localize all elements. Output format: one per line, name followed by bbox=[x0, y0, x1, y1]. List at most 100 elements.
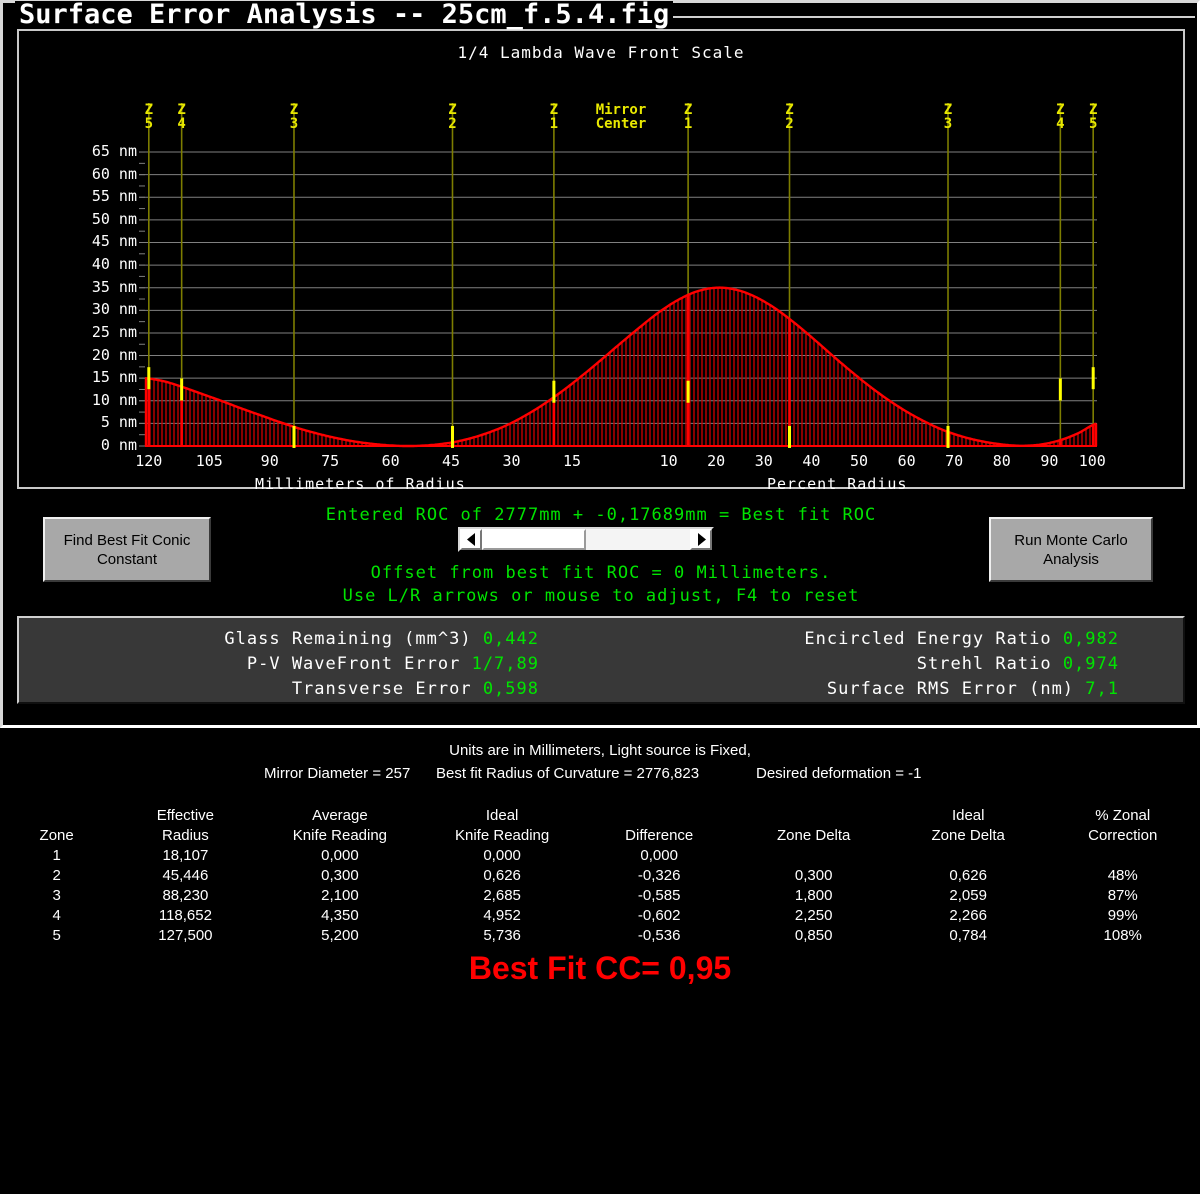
zone-table: EffectiveAverageIdealIdeal% Zonal ZoneRa… bbox=[0, 806, 1200, 946]
col-head-radius: Radius bbox=[113, 826, 257, 846]
cell-r2-c5: -0,326 bbox=[582, 866, 737, 886]
scroll-left-arrow-icon[interactable] bbox=[460, 529, 482, 550]
cell-r1-c6 bbox=[736, 846, 891, 866]
y-axis-label-40: 40 nm bbox=[71, 257, 137, 272]
zone-label-z5-0: Z 5 bbox=[140, 103, 158, 131]
cell-r2-c1: 2 bbox=[0, 866, 113, 886]
find-best-fit-conic-constant-button[interactable]: Find Best Fit Conic Constant bbox=[43, 517, 211, 582]
mirror-diameter-note: Mirror Diameter = 257 bbox=[264, 765, 410, 782]
col-head-top-1: Effective bbox=[113, 806, 257, 826]
stat-row-1: Strehl Ratio 0,974 bbox=[579, 654, 1119, 674]
stat-label: Encircled Energy Ratio bbox=[804, 629, 1062, 649]
cell-r3-c2: 88,230 bbox=[113, 886, 257, 906]
cell-r5-c5: -0,536 bbox=[582, 926, 737, 946]
offset-text: Offset from best fit ROC = 0 Millimeters… bbox=[201, 563, 1001, 583]
cell-r5-c8: 108% bbox=[1045, 926, 1200, 946]
x-axis-label-pct-80: 80 bbox=[978, 452, 1026, 470]
x-axis-label-pct-20: 20 bbox=[692, 452, 740, 470]
y-axis-label-20: 20 nm bbox=[71, 348, 137, 363]
cell-r1-c5: 0,000 bbox=[582, 846, 737, 866]
stat-value: 0,982 bbox=[1063, 629, 1119, 649]
col-head-top-6: Ideal bbox=[891, 806, 1046, 826]
cell-r4-c3: 4,350 bbox=[258, 906, 423, 926]
x-axis-label-pct-30: 30 bbox=[740, 452, 788, 470]
stat-value: 0,974 bbox=[1063, 654, 1119, 674]
y-axis-label-25: 25 nm bbox=[71, 325, 137, 340]
cell-r2-c3: 0,300 bbox=[258, 866, 423, 886]
stat-row-2: Transverse Error 0,598 bbox=[19, 679, 539, 699]
y-axis-label-10: 10 nm bbox=[71, 393, 137, 408]
stat-label: Transverse Error bbox=[292, 679, 483, 699]
page-title: Surface Error Analysis -- 25cm_f.5.4.fig bbox=[15, 1, 673, 29]
zone-label-z1-5: Z 1 bbox=[679, 103, 697, 131]
best-fit-roc-note: Best fit Radius of Curvature = 2776,823 bbox=[436, 765, 699, 782]
stat-value: 0,442 bbox=[483, 629, 539, 649]
col-head-top-5 bbox=[736, 806, 891, 826]
cell-r2-c8: 48% bbox=[1045, 866, 1200, 886]
scrollbar-thumb[interactable] bbox=[482, 529, 586, 550]
zone-table-header-row-1: EffectiveAverageIdealIdeal% Zonal bbox=[0, 806, 1200, 826]
best-fit-cc-label: Best Fit CC= 0,95 bbox=[0, 950, 1200, 987]
cell-r4-c6: 2,250 bbox=[736, 906, 891, 926]
zone-report: Units are in Millimeters, Light source i… bbox=[0, 728, 1200, 1194]
col-head-top-0 bbox=[0, 806, 113, 826]
cell-r4-c1: 4 bbox=[0, 906, 113, 926]
cell-r4-c5: -0,602 bbox=[582, 906, 737, 926]
col-head-zone-delta: Zone Delta bbox=[736, 826, 891, 846]
stat-value: 1/7,89 bbox=[472, 654, 539, 674]
x-axis-caption-right: Percent Radius bbox=[767, 475, 907, 493]
stat-row-1: P-V WaveFront Error 1/7,89 bbox=[19, 654, 539, 674]
zone-table-body: 118,1070,0000,0000,000245,4460,3000,626-… bbox=[0, 846, 1200, 946]
x-axis-label-mm-30: 30 bbox=[488, 452, 536, 470]
x-axis-label-mm-15: 15 bbox=[548, 452, 596, 470]
zone-table-header-row-2: ZoneRadiusKnife ReadingKnife ReadingDiff… bbox=[0, 826, 1200, 846]
x-axis-label-mm-75: 75 bbox=[306, 452, 354, 470]
col-head-difference: Difference bbox=[582, 826, 737, 846]
cell-r5-c1: 5 bbox=[0, 926, 113, 946]
y-axis-label-55: 55 nm bbox=[71, 189, 137, 204]
x-axis-label-pct-50: 50 bbox=[835, 452, 883, 470]
cell-r2-c4: 0,626 bbox=[422, 866, 582, 886]
zone-label-z4-1: Z 4 bbox=[173, 103, 191, 131]
stat-row-2: Surface RMS Error (nm) 7,1 bbox=[579, 679, 1119, 699]
stat-label: P-V WaveFront Error bbox=[247, 654, 472, 674]
chart-frame: 1/4 Lambda Wave Front Scale Z 5Z 4Z 3Z 2… bbox=[17, 29, 1185, 489]
cell-r1-c3: 0,000 bbox=[258, 846, 423, 866]
table-row: 388,2302,1002,685-0,5851,8002,05987% bbox=[0, 886, 1200, 906]
zone-label-z3-7: Z 3 bbox=[939, 103, 957, 131]
col-head-correction: Correction bbox=[1045, 826, 1200, 846]
cell-r5-c2: 127,500 bbox=[113, 926, 257, 946]
x-axis-label-pct-100: 100 bbox=[1068, 452, 1116, 470]
adjust-hint-text: Use L/R arrows or mouse to adjust, F4 to… bbox=[201, 586, 1001, 606]
roc-offset-scrollbar[interactable] bbox=[458, 527, 714, 552]
stat-label: Glass Remaining (mm^3) bbox=[224, 629, 482, 649]
mirror-center-label: Mirror Center bbox=[585, 103, 657, 131]
cell-r5-c6: 0,850 bbox=[736, 926, 891, 946]
y-axis-label-5: 5 nm bbox=[71, 415, 137, 430]
x-axis-label-pct-90: 90 bbox=[1025, 452, 1073, 470]
scroll-right-arrow-icon[interactable] bbox=[690, 529, 712, 550]
cell-r2-c6: 0,300 bbox=[736, 866, 891, 886]
run-monte-carlo-analysis-button[interactable]: Run Monte Carlo Analysis bbox=[989, 517, 1153, 582]
x-axis-label-mm-90: 90 bbox=[246, 452, 294, 470]
analysis-panel: Surface Error Analysis -- 25cm_f.5.4.fig… bbox=[0, 0, 1200, 728]
cell-r3-c7: 2,059 bbox=[891, 886, 1046, 906]
y-axis-label-30: 30 nm bbox=[71, 302, 137, 317]
zone-label-z1-4: Z 1 bbox=[545, 103, 563, 131]
scrollbar-track[interactable] bbox=[482, 529, 690, 550]
cell-r3-c3: 2,100 bbox=[258, 886, 423, 906]
col-head-top-4 bbox=[582, 806, 737, 826]
cell-r4-c4: 4,952 bbox=[422, 906, 582, 926]
table-row: 5127,5005,2005,736-0,5360,8500,784108% bbox=[0, 926, 1200, 946]
x-axis-label-mm-120: 120 bbox=[125, 452, 173, 470]
col-head-top-7: % Zonal bbox=[1045, 806, 1200, 826]
col-head-zone: Zone bbox=[0, 826, 113, 846]
x-axis-label-pct-60: 60 bbox=[883, 452, 931, 470]
x-axis-label-pct-70: 70 bbox=[930, 452, 978, 470]
cell-r3-c6: 1,800 bbox=[736, 886, 891, 906]
stat-value: 0,598 bbox=[483, 679, 539, 699]
cell-r4-c2: 118,652 bbox=[113, 906, 257, 926]
zone-table-head: EffectiveAverageIdealIdeal% Zonal ZoneRa… bbox=[0, 806, 1200, 846]
surface-error-chart bbox=[19, 31, 1187, 491]
col-head-knife-reading: Knife Reading bbox=[258, 826, 423, 846]
